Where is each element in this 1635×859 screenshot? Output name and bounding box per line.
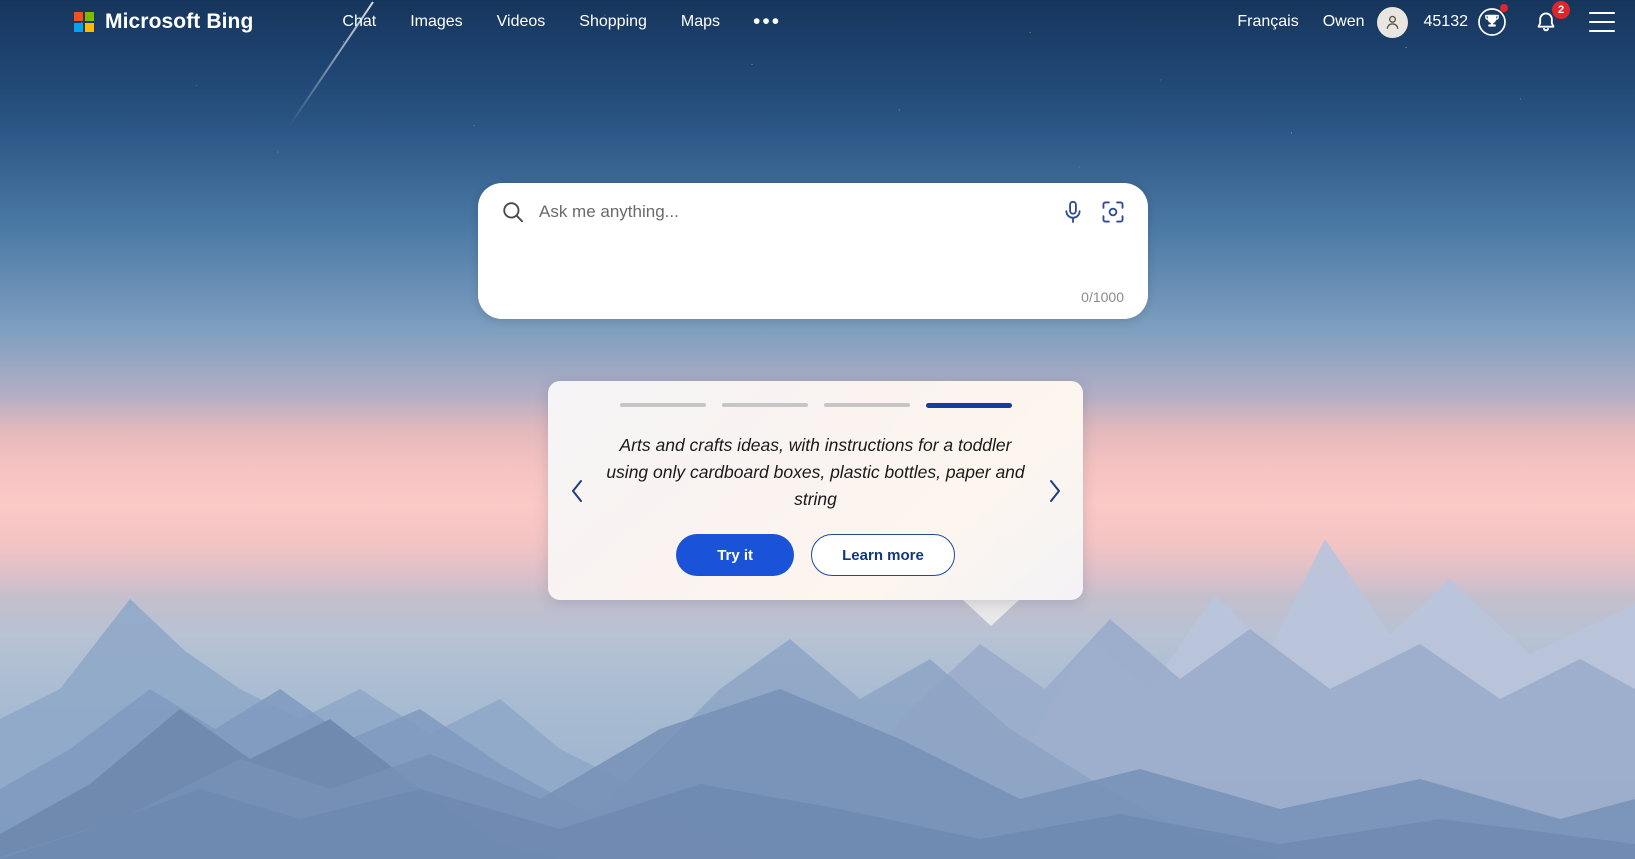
rewards-trophy-icon[interactable] — [1477, 4, 1508, 37]
account-area: Français Owen 45132 2 — [1223, 1, 1619, 38]
card-pointer-tail — [963, 600, 1019, 626]
rewards-alert-dot — [1500, 4, 1508, 12]
nav-item-maps[interactable]: Maps — [664, 0, 737, 44]
search-input[interactable] — [539, 202, 1046, 222]
carousel-indicator-1[interactable] — [619, 403, 706, 407]
search-box[interactable]: 0/1000 — [478, 183, 1148, 319]
microsoft-logo-icon[interactable] — [74, 11, 95, 33]
carousel-next-button[interactable] — [1041, 474, 1067, 508]
search-magnifier-icon[interactable] — [500, 199, 526, 225]
chevron-right-icon — [1049, 479, 1060, 502]
avatar-glyph — [1386, 15, 1398, 29]
main-nav-links: Chat Images Videos Shopping Maps ••• — [325, 0, 797, 44]
bing-homepage: Microsoft Bing Chat Images Videos Shoppi… — [0, 0, 1635, 859]
more-horizontal-icon[interactable]: ••• — [737, 5, 797, 39]
carousel-progress-indicators — [548, 381, 1083, 408]
learn-more-button[interactable]: Learn more — [811, 534, 955, 576]
nav-item-images[interactable]: Images — [393, 0, 479, 44]
username-label[interactable]: Owen — [1313, 13, 1371, 31]
nav-item-videos[interactable]: Videos — [480, 0, 563, 44]
nav-item-chat[interactable]: Chat — [325, 0, 393, 44]
search-input-row — [478, 183, 1148, 241]
brand-title[interactable]: Microsoft Bing — [105, 10, 253, 34]
try-it-button[interactable]: Try it — [676, 534, 795, 576]
carousel-indicator-2[interactable] — [721, 403, 808, 407]
person-avatar-icon[interactable] — [1376, 6, 1408, 38]
bell-icon[interactable]: 2 — [1533, 1, 1570, 37]
card-actions: Try it Learn more — [548, 534, 1083, 576]
hamburger-line — [1589, 21, 1615, 23]
visual-search-camera-icon[interactable] — [1100, 199, 1126, 225]
hamburger-line — [1589, 12, 1615, 14]
rewards-points-label[interactable]: 45132 — [1412, 13, 1478, 31]
hamburger-line — [1589, 30, 1615, 32]
nav-item-shopping[interactable]: Shopping — [562, 0, 664, 44]
microphone-icon[interactable] — [1060, 199, 1086, 225]
carousel-indicator-3[interactable] — [823, 403, 910, 407]
notification-count-badge: 2 — [1552, 1, 1570, 19]
chevron-left-icon — [571, 479, 582, 502]
suggestion-text: Arts and crafts ideas, with instructions… — [606, 435, 1025, 509]
language-selector[interactable]: Français — [1223, 13, 1312, 31]
carousel-indicator-4-active[interactable] — [925, 403, 1012, 408]
top-navigation-bar: Microsoft Bing Chat Images Videos Shoppi… — [0, 0, 1635, 44]
character-counter: 0/1000 — [1081, 289, 1124, 305]
suggestion-carousel-card: Arts and crafts ideas, with instructions… — [548, 381, 1083, 600]
hamburger-menu-icon[interactable] — [1589, 12, 1615, 32]
carousel-prev-button[interactable] — [564, 474, 590, 508]
